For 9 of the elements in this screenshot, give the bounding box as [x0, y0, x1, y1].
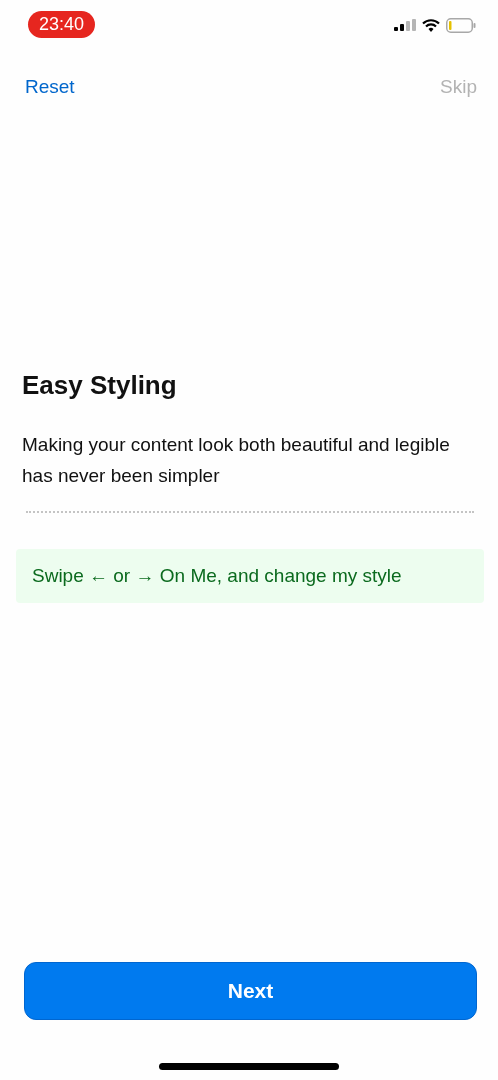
signal-icon	[394, 19, 416, 31]
description-text: Making your content look both beautiful and legible has never been simpler	[22, 433, 451, 488]
next-button[interactable]: Next	[24, 962, 477, 1020]
reset-button[interactable]: Reset	[25, 76, 75, 98]
wifi-icon	[422, 18, 440, 32]
page-title: Easy Styling	[22, 370, 178, 401]
swipe-hint-card[interactable]: Swipe ← or → On Me, and change my style	[16, 549, 484, 603]
status-time: 23:40	[28, 10, 96, 38]
battery-icon	[446, 17, 476, 33]
